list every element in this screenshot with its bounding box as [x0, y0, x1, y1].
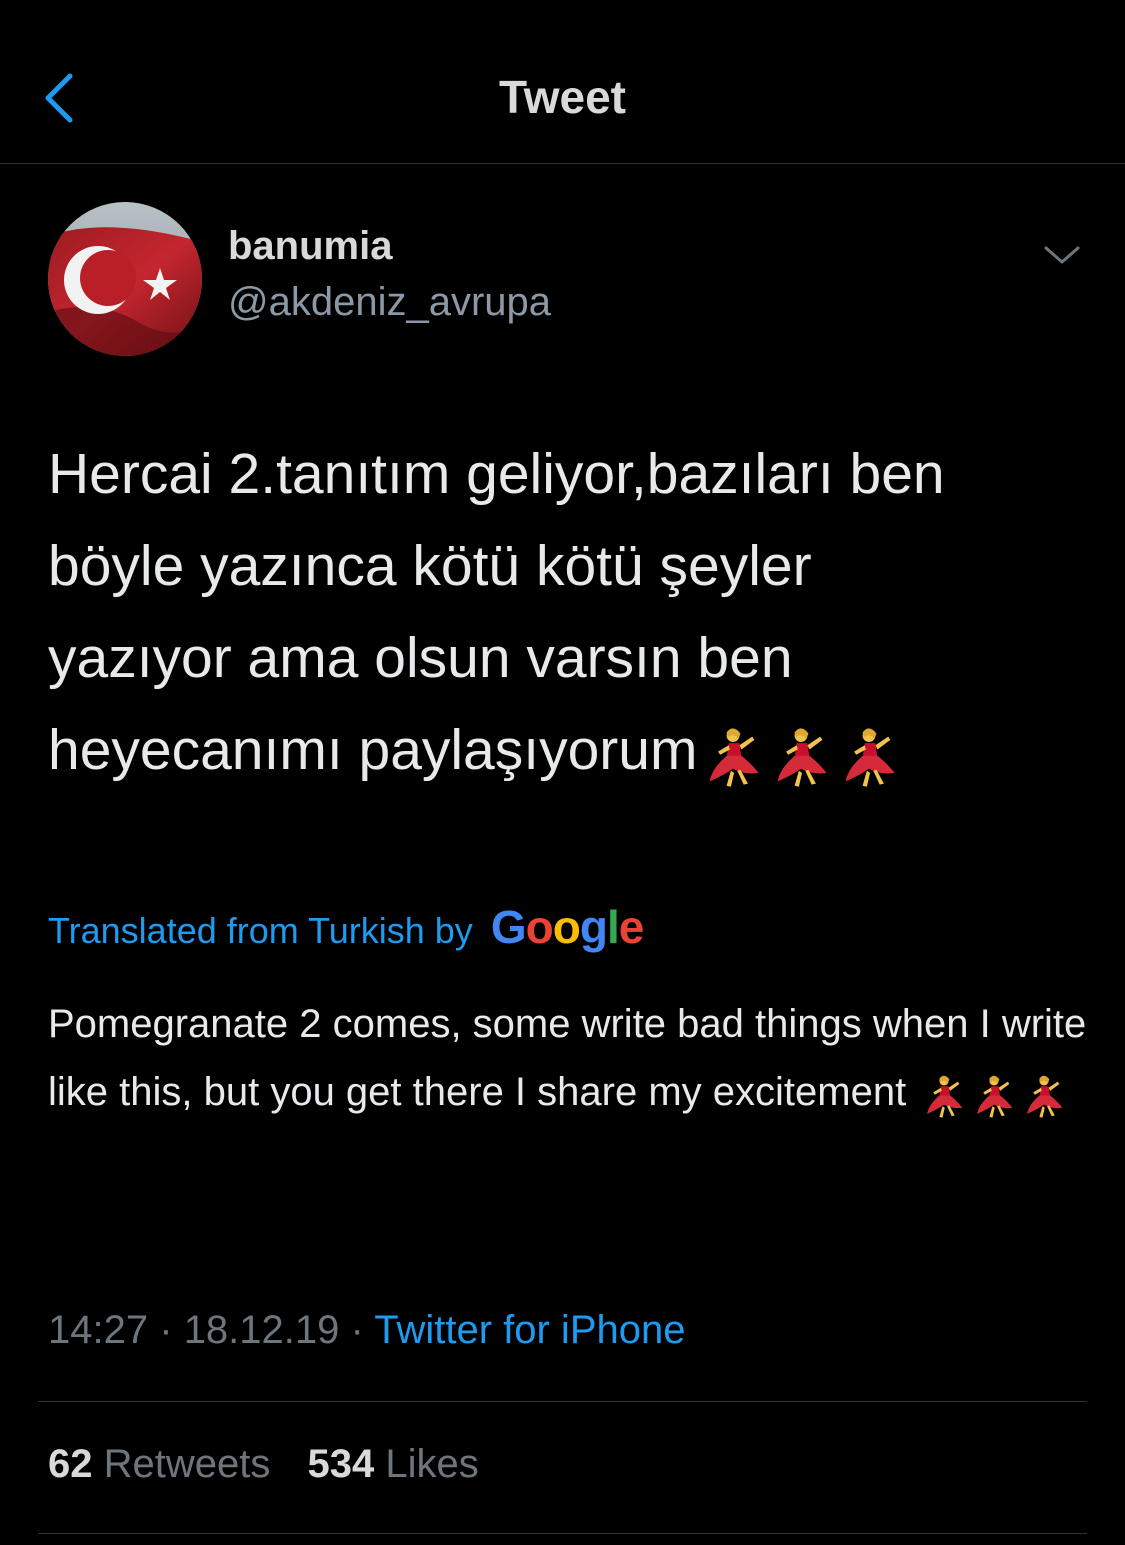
tweet-stats: 62 Retweets 534 Likes	[48, 1442, 505, 1487]
meta-separator: ·	[159, 1308, 173, 1352]
tweet-options-button[interactable]	[1042, 240, 1082, 270]
avatar[interactable]	[48, 202, 202, 356]
dancing-woman-emoji	[971, 1074, 1017, 1120]
divider	[38, 1401, 1087, 1402]
translation-label: Translated from Turkish by	[48, 910, 473, 951]
tweet-time: 14:27	[48, 1308, 149, 1352]
author-display-name[interactable]: banumia	[228, 224, 392, 269]
retweets-stat[interactable]: 62 Retweets	[48, 1442, 270, 1486]
retweets-label: Retweets	[103, 1442, 271, 1486]
turkish-flag-avatar	[48, 202, 202, 356]
likes-count: 534	[307, 1442, 375, 1486]
dancing-woman-emoji	[1021, 1074, 1067, 1120]
page-title: Tweet	[499, 71, 626, 123]
likes-label: Likes	[385, 1442, 479, 1486]
dancing-woman-emoji	[837, 726, 901, 790]
dancing-woman-emoji-group	[917, 1060, 1067, 1128]
google-logo: Google	[490, 901, 644, 953]
divider	[38, 1533, 1087, 1534]
meta-separator: ·	[350, 1308, 364, 1352]
chevron-down-icon	[1044, 246, 1080, 264]
dancing-woman-emoji-group	[697, 708, 901, 800]
tweet-body: Hercai 2.tanıtım geliyor,bazıları ben bö…	[48, 428, 1098, 800]
tweet-date: 18.12.19	[183, 1308, 340, 1352]
author-handle[interactable]: @akdeniz_avrupa	[228, 280, 551, 325]
translation-attribution[interactable]: Translated from Turkish by Google	[48, 900, 644, 954]
top-navigation-bar: Tweet	[0, 0, 1125, 164]
likes-stat[interactable]: 534 Likes	[308, 1442, 479, 1486]
retweets-count: 62	[48, 1442, 93, 1486]
translated-tweet-body: Pomegranate 2 comes, some write bad thin…	[48, 990, 1098, 1128]
dancing-woman-emoji	[921, 1074, 967, 1120]
tweet-source-link[interactable]: Twitter for iPhone	[374, 1308, 685, 1352]
dancing-woman-emoji	[769, 726, 833, 790]
tweet-metadata: 14:27 · 18.12.19 · Twitter for iPhone	[48, 1308, 685, 1353]
dancing-woman-emoji	[701, 726, 765, 790]
